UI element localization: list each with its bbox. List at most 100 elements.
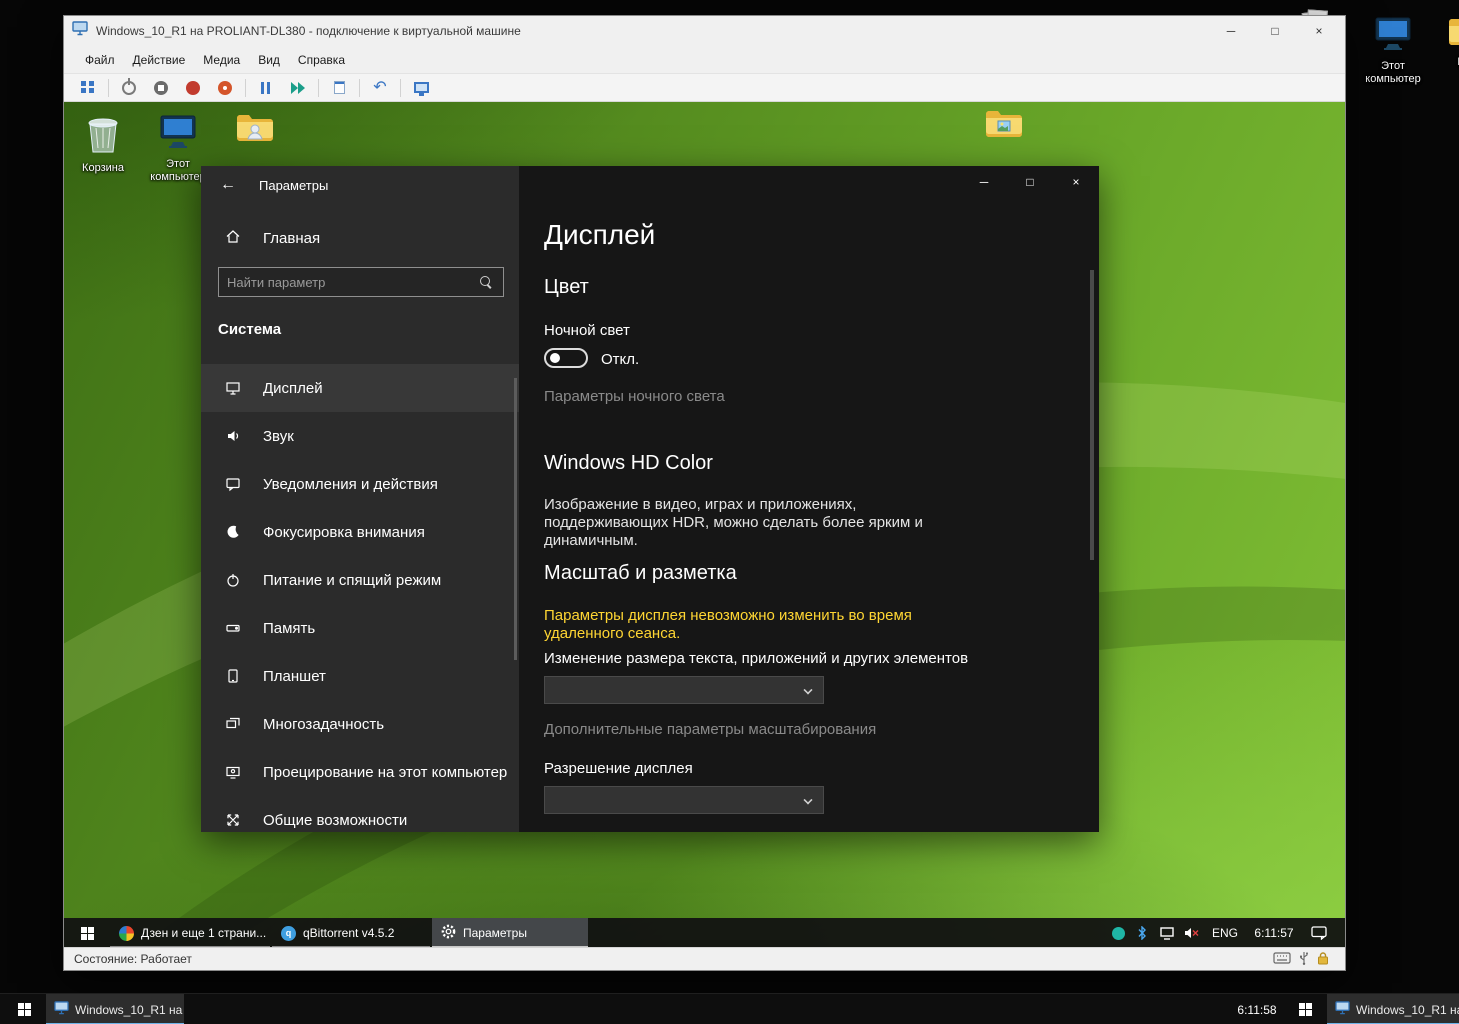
vm-clock[interactable]: 6:11:57 xyxy=(1246,918,1302,948)
checkpoint-button[interactable] xyxy=(327,77,351,99)
recycle-bin[interactable]: Корзина xyxy=(72,114,134,175)
shutdown-icon xyxy=(186,81,200,95)
settings-maximize-button[interactable]: □ xyxy=(1007,166,1053,198)
media-folder-icon xyxy=(984,108,1024,147)
close-button[interactable]: × xyxy=(1297,16,1341,46)
sidebar-item-focus[interactable]: Фокусировка внимания xyxy=(201,508,519,556)
settings-minimize-button[interactable]: ─ xyxy=(961,166,1007,198)
menu-file[interactable]: Файл xyxy=(76,46,124,73)
taskbar-item-label: Windows_10_R1 на P... xyxy=(75,1003,184,1017)
vmconnect-window: Windows_10_R1 на PROLIANT-DL380 - подклю… xyxy=(63,15,1346,971)
icon-label: Этот компьютер xyxy=(1360,60,1426,86)
bluetooth-icon[interactable] xyxy=(1132,918,1152,948)
reset-button[interactable] xyxy=(286,77,310,99)
revert-button[interactable]: ↶ xyxy=(368,77,392,99)
host-task-vm-window-2[interactable]: Windows_10_R1 на P... xyxy=(1327,994,1459,1024)
night-light-state: Откл. xyxy=(601,351,639,368)
menu-media[interactable]: Медиа xyxy=(194,46,249,73)
volume-muted-icon[interactable] xyxy=(1180,918,1204,948)
icon-label: Этот компьютер xyxy=(147,158,209,184)
taskbar-item-settings[interactable]: Параметры xyxy=(432,918,588,948)
content-scrollbar[interactable] xyxy=(1090,270,1094,560)
sidebar-item-storage[interactable]: Память xyxy=(201,604,519,652)
menu-view[interactable]: Вид xyxy=(249,46,289,73)
taskbar-item-qbittorrent[interactable]: q qBittorrent v4.5.2 xyxy=(272,918,430,948)
host-icon-rol[interactable]: Рол xyxy=(1437,16,1459,69)
lock-icon xyxy=(1317,951,1329,968)
tray-app-icon[interactable] xyxy=(1106,918,1130,948)
user-folder[interactable] xyxy=(227,112,283,151)
windows-logo-icon xyxy=(81,927,94,940)
taskbar-item-label: Параметры xyxy=(463,926,527,940)
enhanced-session-button[interactable] xyxy=(409,77,433,99)
vm-icon-this-pc[interactable]: Этот компьютер xyxy=(147,114,209,184)
sidebar-item-display[interactable]: Дисплей xyxy=(201,364,519,412)
windows-logo-icon xyxy=(18,1003,31,1016)
sidebar-item-notifications[interactable]: Уведомления и действия xyxy=(201,460,519,508)
vm-taskbar: Дзен и еще 1 страни... q qBittorrent v4.… xyxy=(64,918,1345,948)
host-task-vm-window[interactable]: Windows_10_R1 на P... xyxy=(46,994,184,1024)
night-light-settings-link[interactable]: Параметры ночного света xyxy=(544,388,725,405)
taskbar-item-zen[interactable]: Дзен и еще 1 страни... xyxy=(110,918,270,948)
chevron-down-icon xyxy=(803,685,812,694)
resolution-dropdown[interactable] xyxy=(544,786,824,814)
host-icon-this-pc[interactable]: Этот компьютер xyxy=(1360,16,1426,86)
sidebar-item-projecting[interactable]: Проецирование на этот компьютер xyxy=(201,748,519,796)
host-desktop: Этот компьютер Рол Windows_10_R1 на PROL… xyxy=(0,0,1459,1024)
sidebar-item-home[interactable]: Главная xyxy=(225,228,320,248)
sidebar-item-label: Дисплей xyxy=(263,380,323,397)
search-box xyxy=(218,267,504,297)
computer-icon xyxy=(157,114,199,155)
vmconnect-statusbar: Состояние: Работает xyxy=(64,947,1345,970)
sidebar-scrollbar[interactable] xyxy=(514,378,517,660)
vmconnect-titlebar[interactable]: Windows_10_R1 на PROLIANT-DL380 - подклю… xyxy=(64,16,1345,46)
stop-icon xyxy=(154,81,168,95)
shut-down-button[interactable] xyxy=(181,77,205,99)
monitor-icon xyxy=(414,82,429,93)
sidebar-item-tablet[interactable]: Планшет xyxy=(201,652,519,700)
media-folder[interactable] xyxy=(976,108,1032,147)
folder-icon xyxy=(1447,16,1459,53)
start-vm-button[interactable] xyxy=(117,77,141,99)
menu-help[interactable]: Справка xyxy=(289,46,354,73)
menu-action[interactable]: Действие xyxy=(124,46,195,73)
sidebar-item-sound[interactable]: Звук xyxy=(201,412,519,460)
notification-center-icon[interactable] xyxy=(1304,918,1334,948)
network-icon[interactable] xyxy=(1156,918,1178,948)
chevron-down-icon xyxy=(803,795,812,804)
sidebar-item-power[interactable]: Питание и спящий режим xyxy=(201,556,519,604)
settings-window: ← Параметры ─ □ × Главная Система xyxy=(201,166,1099,832)
scale-dropdown[interactable] xyxy=(544,676,824,704)
tablet-icon xyxy=(225,668,241,684)
pause-button[interactable] xyxy=(254,77,278,99)
save-state-button[interactable] xyxy=(213,77,237,99)
vm-screen[interactable]: Корзина Этот компьютер xyxy=(64,102,1345,948)
home-icon xyxy=(225,228,241,248)
icon-label: Корзина xyxy=(82,162,124,175)
settings-close-button[interactable]: × xyxy=(1053,166,1099,198)
shared-experiences-icon xyxy=(225,812,241,828)
host-start-button-2[interactable] xyxy=(1285,994,1325,1024)
notifications-icon xyxy=(225,476,241,492)
language-indicator[interactable]: ENG xyxy=(1208,918,1242,948)
search-icon[interactable] xyxy=(480,276,493,289)
sidebar-item-multitasking[interactable]: Многозадачность xyxy=(201,700,519,748)
ctrl-alt-del-button[interactable] xyxy=(76,77,100,99)
minimize-button[interactable]: ─ xyxy=(1209,16,1253,46)
host-start-button[interactable] xyxy=(4,994,44,1024)
sidebar-item-label: Питание и спящий режим xyxy=(263,572,441,589)
turn-off-button[interactable] xyxy=(149,77,173,99)
gear-icon xyxy=(441,924,456,942)
sidebar-item-label: Уведомления и действия xyxy=(263,476,438,493)
search-input[interactable] xyxy=(219,268,480,296)
maximize-button[interactable]: □ xyxy=(1253,16,1297,46)
sidebar-item-label: Проецирование на этот компьютер xyxy=(263,764,507,781)
toggle-knob xyxy=(550,353,560,363)
back-button[interactable]: ← xyxy=(211,170,245,200)
sidebar-item-label: Фокусировка внимания xyxy=(263,524,425,541)
vm-start-button[interactable] xyxy=(64,918,110,948)
advanced-scaling-link[interactable]: Дополнительные параметры масштабирования xyxy=(544,721,876,738)
host-clock[interactable]: 6:11:58 xyxy=(1222,994,1292,1024)
sidebar-item-shared-experiences[interactable]: Общие возможности xyxy=(201,796,519,832)
night-light-toggle[interactable] xyxy=(544,348,588,368)
